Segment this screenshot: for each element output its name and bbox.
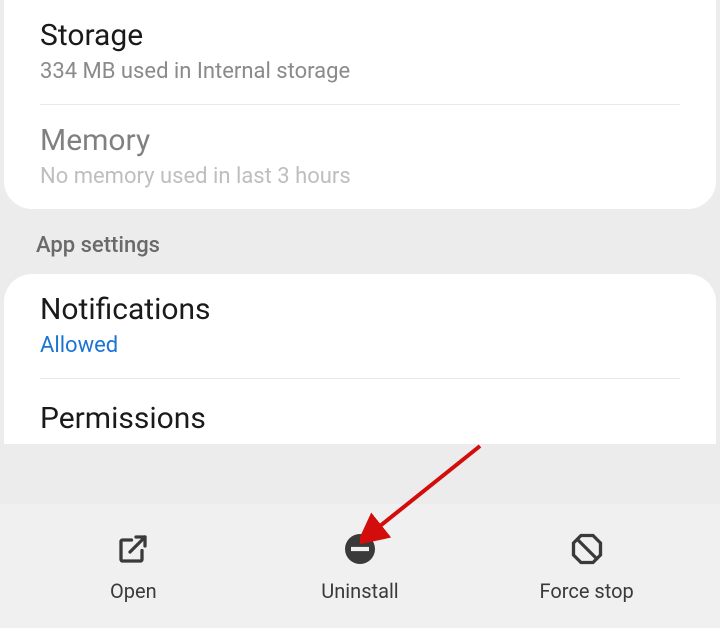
force-stop-icon [567,529,607,569]
open-label: Open [110,579,157,603]
notifications-title: Notifications [40,292,680,327]
usage-card: Storage 334 MB used in Internal storage … [4,0,716,209]
memory-item[interactable]: Memory No memory used in last 3 hours [4,105,716,209]
permissions-title: Permissions [4,379,716,444]
permissions-item[interactable]: Permissions [4,379,716,444]
force-stop-label: Force stop [540,579,634,603]
uninstall-icon [340,529,380,569]
notifications-status: Allowed [40,333,680,358]
section-app-settings: App settings [0,209,720,274]
memory-subtitle: No memory used in last 3 hours [40,164,680,189]
force-stop-button[interactable]: Force stop [507,529,667,603]
storage-subtitle: 334 MB used in Internal storage [40,59,680,84]
bottom-action-bar: Open Uninstall Force stop [0,504,720,628]
memory-title: Memory [40,123,680,158]
storage-title: Storage [40,18,680,53]
notifications-item[interactable]: Notifications Allowed [4,274,716,378]
open-button[interactable]: Open [53,529,213,603]
settings-card: Notifications Allowed Permissions [4,274,716,444]
storage-item[interactable]: Storage 334 MB used in Internal storage [4,0,716,104]
uninstall-label: Uninstall [321,579,398,603]
uninstall-button[interactable]: Uninstall [280,529,440,603]
open-icon [113,529,153,569]
